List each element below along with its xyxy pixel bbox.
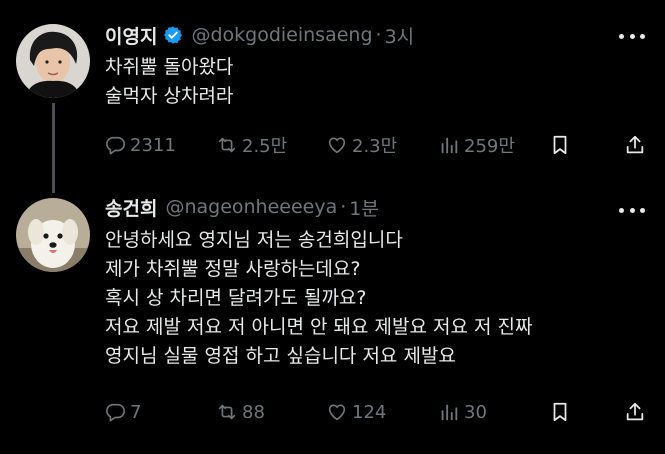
like-icon — [328, 404, 346, 421]
action-bar: 7 88 124 30 — [104, 398, 649, 426]
share-button[interactable] — [624, 398, 650, 426]
like-button[interactable]: 2.3만 — [326, 131, 397, 159]
reply-button[interactable]: 2311 — [104, 131, 176, 159]
tweet-text-line: 영지님 실물 영접 하고 싶습니다 저요 제발요 — [105, 345, 456, 367]
reply-button[interactable]: 7 — [104, 398, 141, 426]
tweet-text-line: 제가 차쥐뿔 정말 사랑하는데요? — [105, 258, 361, 280]
retweet-icon — [218, 137, 236, 153]
views-button[interactable]: 30 — [438, 398, 487, 426]
separator: · — [340, 196, 347, 218]
views-icon — [441, 404, 458, 421]
bookmark-icon — [553, 135, 567, 155]
tweet-text: 안녕하세요 영지님 저는 송건희입니다 제가 차쥐뿔 정말 사랑하는데요? 혹시… — [105, 226, 532, 371]
share-icon — [626, 402, 644, 421]
bookmark-icon — [553, 402, 567, 422]
share-button[interactable] — [624, 131, 650, 159]
reply-icon — [106, 136, 125, 155]
tweet-text-line: 안녕하세요 영지님 저는 송건희입니다 — [105, 229, 403, 251]
bookmark-button[interactable] — [549, 398, 575, 426]
tweet-text-line: 저요 제발 저요 저 아니면 안 돼요 제발요 저요 저 진짜 — [105, 316, 533, 338]
views-button[interactable]: 259만 — [438, 131, 515, 159]
tweet-text: 차쥐뿔 돌아왔다 술먹자 상차려라 — [105, 53, 233, 111]
separator: · — [375, 24, 382, 46]
retweet-button[interactable]: 88 — [216, 398, 265, 426]
views-count: 259만 — [464, 136, 515, 157]
tweet-text-line: 술먹자 상차려라 — [105, 85, 234, 107]
display-name[interactable]: 이영지 — [105, 22, 157, 49]
handle[interactable]: @nageonheeeeya — [165, 196, 337, 218]
like-button[interactable]: 124 — [326, 398, 386, 426]
action-bar: 2311 2.5만 2.3만 259만 — [104, 131, 649, 159]
timestamp[interactable]: 1분 — [349, 194, 379, 221]
reply-icon — [106, 403, 125, 422]
avatar-photo-person — [16, 24, 90, 98]
retweet-button[interactable]: 2.5만 — [216, 131, 287, 159]
more-icon[interactable] — [619, 200, 645, 220]
tweet-1[interactable]: 이영지 @dokgodieinsaeng · 3시 차쥐뿔 돌아왔다 술먹자 상… — [0, 0, 665, 193]
like-count: 2.3만 — [352, 136, 398, 157]
like-icon — [328, 137, 346, 154]
reply-count: 7 — [130, 401, 142, 423]
like-count: 124 — [352, 401, 387, 423]
tweet-text-line: 혹시 상 차리면 달려가도 될까요? — [105, 287, 367, 309]
tweet-header: 송건희 @nageonheeeeya · 1분 — [105, 194, 379, 220]
avatar[interactable] — [16, 24, 90, 98]
views-count: 30 — [464, 401, 487, 423]
tweet-2[interactable]: 송건희 @nageonheeeeya · 1분 안녕하세요 영지님 저는 송건희… — [0, 190, 665, 454]
handle[interactable]: @dokgodieinsaeng — [191, 24, 372, 46]
tweet-header: 이영지 @dokgodieinsaeng · 3시 — [105, 22, 414, 48]
retweet-icon — [218, 404, 236, 420]
verified-icon — [163, 25, 183, 45]
retweet-count: 88 — [242, 401, 265, 423]
views-icon — [441, 137, 458, 154]
share-icon — [626, 135, 644, 154]
timestamp[interactable]: 3시 — [385, 22, 415, 49]
bookmark-button[interactable] — [549, 131, 575, 159]
display-name[interactable]: 송건희 — [105, 194, 157, 221]
avatar-photo-dog — [16, 198, 90, 272]
thread-line — [52, 103, 55, 193]
tweet-text-line: 차쥐뿔 돌아왔다 — [105, 56, 234, 78]
more-icon[interactable] — [619, 26, 645, 46]
reply-count: 2311 — [130, 134, 176, 156]
avatar[interactable] — [16, 198, 90, 272]
retweet-count: 2.5만 — [242, 136, 288, 157]
